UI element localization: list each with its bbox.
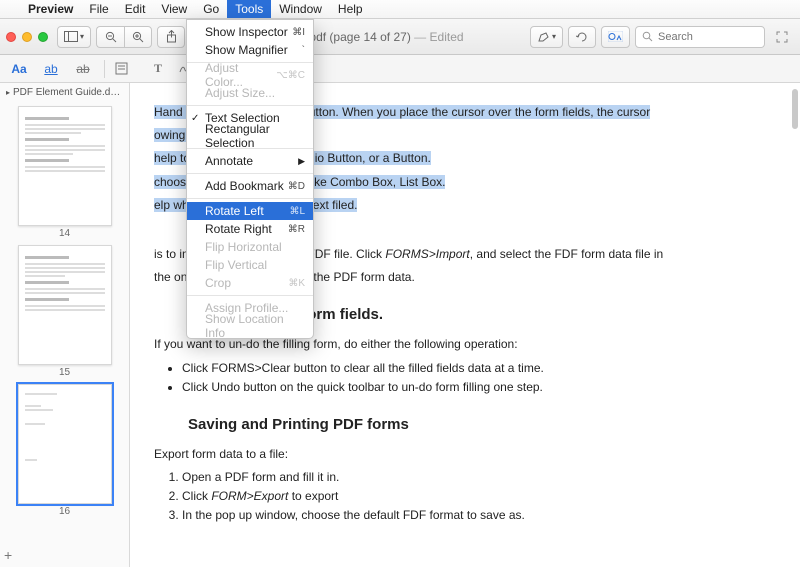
- search-icon: [642, 31, 653, 42]
- menu-item: Adjust Color...⌥⌘C: [187, 66, 313, 84]
- menu-item[interactable]: Show Magnifier`: [187, 41, 313, 59]
- rotate-icon: [576, 31, 588, 43]
- share-icon: [166, 30, 177, 43]
- traffic-min[interactable]: [22, 32, 32, 42]
- scrollbar[interactable]: [792, 89, 798, 129]
- menu-item[interactable]: Rectangular Selection: [187, 127, 313, 145]
- fullscreen-icon: [776, 31, 788, 43]
- text-button[interactable]: T: [147, 61, 169, 76]
- text-style-button[interactable]: Aa: [8, 62, 30, 76]
- rotate-button[interactable]: [568, 26, 596, 48]
- zoom-out-button[interactable]: [96, 26, 124, 48]
- menu-window[interactable]: Window: [271, 0, 330, 18]
- sidebar-icon: [64, 31, 78, 42]
- heading: Saving and Printing PDF forms: [188, 413, 776, 437]
- menu-file[interactable]: File: [81, 0, 116, 18]
- menubar: Preview File Edit View Go Tools Window H…: [0, 0, 800, 19]
- list-item: Click Undo button on the quick toolbar t…: [182, 378, 776, 397]
- menu-preview[interactable]: Preview: [20, 0, 81, 18]
- body-text: , and select the FDF form data file in: [470, 247, 663, 261]
- menu-item: Flip Horizontal: [187, 238, 313, 256]
- page-thumbnail[interactable]: 14: [18, 106, 112, 239]
- note-icon: [115, 62, 128, 75]
- menu-item[interactable]: Show Inspector⌘I: [187, 23, 313, 41]
- menu-item: Crop⌘K: [187, 274, 313, 292]
- page-number: 15: [59, 367, 70, 378]
- highlight-icon: [537, 31, 550, 43]
- note-button[interactable]: [115, 62, 137, 75]
- search-input[interactable]: [658, 31, 748, 43]
- page-thumbnail[interactable]: 16: [18, 384, 112, 517]
- traffic-max[interactable]: [38, 32, 48, 42]
- body-text: owing:: [154, 128, 189, 142]
- highlight-button[interactable]: ▾: [530, 26, 563, 48]
- page-number: 14: [59, 228, 70, 239]
- menu-item[interactable]: Rotate Right⌘R: [187, 220, 313, 238]
- traffic-close[interactable]: [6, 32, 16, 42]
- markup-toolbar: Aa ab ab T A ▾: [0, 55, 800, 83]
- page-thumbnail[interactable]: 15: [18, 245, 112, 378]
- menu-view[interactable]: View: [153, 0, 195, 18]
- zoom-out-icon: [105, 31, 117, 43]
- search-field[interactable]: [635, 26, 765, 48]
- underline-button[interactable]: ab: [40, 62, 62, 76]
- zoom-in-icon: [132, 31, 144, 43]
- list-item: Open a PDF form and fill it in.: [182, 468, 776, 487]
- menu-item[interactable]: Add Bookmark⌘D: [187, 177, 313, 195]
- menu-go[interactable]: Go: [195, 0, 227, 18]
- menu-item[interactable]: Annotate▶: [187, 152, 313, 170]
- menu-edit[interactable]: Edit: [117, 0, 154, 18]
- markup-toggle-button[interactable]: [601, 26, 630, 48]
- edited-label: Edited: [430, 30, 464, 44]
- list-item: Click FORM>Export to export: [182, 487, 776, 506]
- divider: [104, 60, 105, 78]
- list-item: In the pop up window, choose the default…: [182, 506, 776, 525]
- share-button[interactable]: [157, 26, 185, 48]
- body-text: Export form data to a file:: [154, 445, 776, 464]
- page-number: 16: [59, 506, 70, 517]
- strikethrough-button[interactable]: ab: [72, 62, 94, 76]
- menu-item: Show Location Info: [187, 317, 313, 335]
- list-item: Click FORMS>Clear button to clear all th…: [182, 359, 776, 378]
- tools-menu-dropdown: Show Inspector⌘IShow Magnifier` Adjust Co…: [186, 19, 314, 339]
- thumbnails-sidebar: ▸PDF Element Guide.docx.pdf 14 15 16 +: [0, 83, 130, 567]
- menu-tools[interactable]: Tools: [227, 0, 271, 18]
- menu-item: Flip Vertical: [187, 256, 313, 274]
- menu-item: Adjust Size...: [187, 84, 313, 102]
- body-text: FORMS>Import: [385, 247, 469, 261]
- sidebar-file-header[interactable]: ▸PDF Element Guide.docx.pdf: [0, 83, 129, 102]
- menu-item[interactable]: Rotate Left⌘L: [187, 202, 313, 220]
- toolbar: ▾ Element Guide.docx.pdf (page 14 of 27)…: [0, 19, 800, 55]
- menu-help[interactable]: Help: [330, 0, 371, 18]
- sidebar-mode-button[interactable]: ▾: [57, 26, 91, 48]
- add-page-button[interactable]: +: [4, 547, 12, 563]
- fullscreen-button[interactable]: [770, 26, 794, 48]
- zoom-in-button[interactable]: [124, 26, 152, 48]
- markup-icon: [608, 31, 623, 42]
